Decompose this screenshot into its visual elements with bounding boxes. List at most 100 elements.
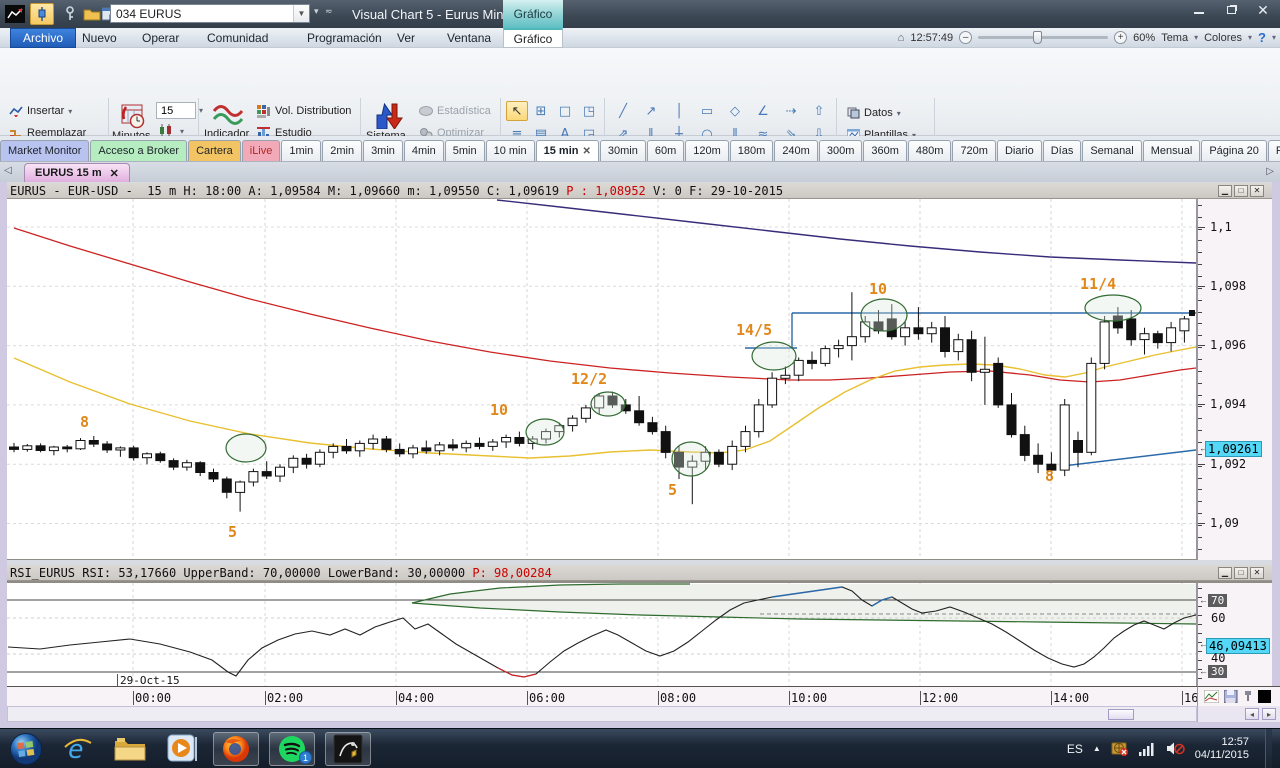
figura-tool-icon[interactable]: ⇧ — [806, 101, 832, 122]
doc-scroll-left-icon[interactable]: ◁ — [4, 165, 12, 176]
windows-explorer-icon[interactable] — [104, 731, 156, 767]
period-tab-10-min[interactable]: 10 min — [486, 140, 535, 161]
menu-tab-programación[interactable]: Programación — [295, 28, 394, 48]
restore-button[interactable] — [1216, 0, 1246, 20]
help-button[interactable]: ? — [1258, 30, 1266, 45]
black-square-icon[interactable] — [1258, 690, 1271, 703]
spotify-icon[interactable]: 1 — [269, 732, 315, 766]
rsi-close-icon[interactable]: ✕ — [1250, 567, 1264, 579]
show-desktop-button[interactable] — [1265, 729, 1272, 768]
herramienta-tool-icon[interactable]: ◳ — [578, 101, 600, 121]
symbol-combo[interactable]: 034 EURUS ▼ — [110, 4, 310, 23]
period-tab-5min[interactable]: 5min — [445, 140, 485, 161]
period-tab-mensual[interactable]: Mensual — [1143, 140, 1201, 161]
insertar-button[interactable]: Insertar▾ — [6, 101, 75, 121]
period-tab-días[interactable]: Días — [1043, 140, 1082, 161]
horizontal-scrollbar[interactable] — [7, 706, 1197, 722]
period-tab-60m[interactable]: 60m — [647, 140, 684, 161]
help-caret-icon[interactable]: ▾ — [1272, 33, 1276, 42]
chart-vertical-scrollbar[interactable] — [1272, 182, 1280, 728]
figura-tool-icon[interactable]: ╱ — [610, 101, 636, 122]
menu-tab-ver[interactable]: Ver — [385, 28, 427, 48]
period-tab-15-min[interactable]: 15 min✕ — [536, 140, 599, 161]
rsi-axis[interactable]: ←7060←46,0941340←30 — [1197, 581, 1272, 686]
save-window-icon[interactable] — [102, 3, 110, 25]
contextual-tab-header[interactable]: Gráfico — [503, 0, 563, 28]
firefox-icon[interactable] — [213, 732, 259, 766]
period-tab-4min[interactable]: 4min — [404, 140, 444, 161]
period-tab-cartera[interactable]: Cartera — [188, 140, 241, 161]
zoom-slider-thumb[interactable] — [1033, 31, 1042, 44]
zoom-out-button[interactable]: – — [959, 31, 972, 44]
period-tab-3min[interactable]: 3min — [363, 140, 403, 161]
document-tab-eurus[interactable]: EURUS 15 m ✕ — [24, 163, 130, 182]
time-axis[interactable]: 00:0002:0004:0006:0008:0010:0012:0014:00… — [7, 686, 1197, 706]
herramienta-tool-icon[interactable]: ↖ — [506, 101, 528, 121]
colores-caret-icon[interactable]: ▾ — [1248, 33, 1252, 42]
tema-menu[interactable]: Tema — [1161, 32, 1188, 44]
tema-caret-icon[interactable]: ▾ — [1194, 33, 1198, 42]
visual-chart-taskbar-icon[interactable] — [325, 732, 371, 766]
menu-tab-operar[interactable]: Operar — [130, 28, 191, 48]
zoom-slider[interactable] — [978, 36, 1108, 39]
period-tab-300m[interactable]: 300m — [819, 140, 863, 161]
scroll-step-right-icon[interactable]: ▸ — [1262, 708, 1276, 720]
media-player-icon[interactable] — [156, 731, 208, 767]
colores-menu[interactable]: Colores — [1204, 32, 1242, 44]
menu-tab-comunidad[interactable]: Comunidad — [195, 28, 280, 48]
price-axis[interactable]: 1,11,0981,0961,0941,0921,09←1,09261 — [1197, 199, 1272, 560]
figura-tool-icon[interactable]: ◇ — [722, 101, 748, 122]
menu-tab-nuevo[interactable]: Nuevo — [70, 28, 129, 48]
tray-clock[interactable]: 12:57 04/11/2015 — [1195, 736, 1255, 762]
close-button[interactable]: ✕ — [1248, 0, 1278, 20]
period-tab-diario[interactable]: Diario — [997, 140, 1042, 161]
pane-restore-icon[interactable]: □ — [1234, 185, 1248, 197]
internet-explorer-icon[interactable]: e — [52, 731, 104, 767]
save-layout-icon[interactable] — [1224, 690, 1238, 703]
vol-distribution-button[interactable]: Vol. Distribution — [254, 101, 354, 121]
language-indicator[interactable]: ES — [1067, 742, 1083, 756]
document-tab-close-icon[interactable]: ✕ — [110, 167, 119, 180]
volume-muted-icon[interactable] — [1166, 741, 1185, 756]
period-tab-página-20[interactable]: Página 20 — [1201, 140, 1267, 161]
pane-minimize-icon[interactable]: ▁ — [1218, 185, 1232, 197]
pin-icon[interactable] — [1243, 690, 1253, 703]
horizontal-scrollbar-thumb[interactable] — [1108, 709, 1134, 720]
herramienta-tool-icon[interactable]: ⊞ — [530, 101, 552, 121]
zoom-in-button[interactable]: + — [1114, 31, 1127, 44]
herramienta-tool-icon[interactable]: □ — [554, 101, 576, 121]
start-button[interactable] — [0, 731, 52, 767]
open-folder-icon[interactable] — [80, 3, 104, 25]
period-tab-market-monitor[interactable]: Market Monitor — [0, 140, 89, 161]
period-tab-1min[interactable]: 1min — [281, 140, 321, 161]
rsi-minimize-icon[interactable]: ▁ — [1218, 567, 1232, 579]
period-tab-close-icon[interactable]: ✕ — [582, 146, 590, 157]
network-status-icon[interactable] — [1111, 741, 1129, 757]
figura-tool-icon[interactable]: ↗ — [638, 101, 664, 122]
period-tab-480m[interactable]: 480m — [908, 140, 952, 161]
figura-tool-icon[interactable]: │ — [666, 101, 692, 122]
period-tab-acceso-a-broker[interactable]: Acceso a Broker — [90, 140, 187, 161]
compression-value-combo[interactable]: 15▾ — [156, 102, 203, 119]
menu-tab-archivo[interactable]: Archivo — [10, 28, 76, 48]
period-tab-720m[interactable]: 720m — [952, 140, 996, 161]
period-tab-240m[interactable]: 240m — [774, 140, 818, 161]
scroll-step-left-icon[interactable]: ◂ — [1245, 708, 1259, 720]
menu-tab-gráfico[interactable]: Gráfico — [503, 28, 563, 48]
pin-ribbon-icon[interactable]: ⌂ — [898, 32, 905, 44]
period-tab-2min[interactable]: 2min — [322, 140, 362, 161]
menu-tab-ventana[interactable]: Ventana — [435, 28, 503, 48]
key-icon[interactable] — [58, 3, 82, 25]
hidden-icons-icon[interactable]: ▲ — [1093, 744, 1101, 753]
datos-button[interactable]: Datos▾ — [844, 103, 904, 123]
period-tab-30min[interactable]: 30min — [600, 140, 646, 161]
period-tab-ilive[interactable]: iLive — [242, 140, 281, 161]
toolbar-options-icon[interactable]: ▾ ≂ — [314, 6, 335, 17]
doc-scroll-right-icon[interactable]: ▷ — [1266, 166, 1274, 177]
symbol-combo-dropdown-icon[interactable]: ▼ — [293, 5, 309, 22]
minimize-button[interactable] — [1184, 0, 1214, 20]
pane-close-icon[interactable]: ✕ — [1250, 185, 1264, 197]
period-tab-180m[interactable]: 180m — [730, 140, 774, 161]
mini-chart-icon[interactable] — [1204, 690, 1219, 703]
main-chart-canvas[interactable]: 851012/2514/510811/4 Sin órdenes — [7, 199, 1197, 560]
